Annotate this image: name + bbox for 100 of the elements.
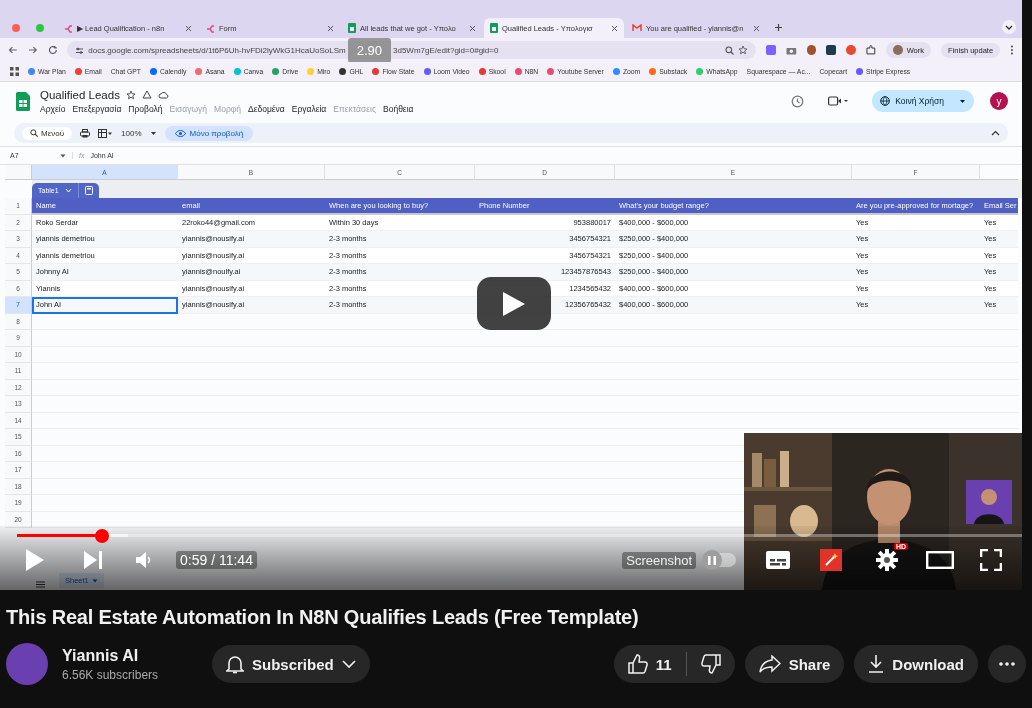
spreadsheet-icon — [348, 23, 356, 33]
view-only-button[interactable]: Μόνο προβολή — [164, 125, 254, 141]
close-icon — [327, 24, 334, 32]
pause-icon — [708, 555, 716, 565]
calculator-icon — [84, 186, 93, 195]
close-icon — [611, 24, 618, 32]
video-call-icon — [828, 96, 849, 106]
settings-icon — [876, 549, 898, 571]
bell-icon — [226, 654, 244, 674]
screenshot-label: Screenshot — [622, 551, 696, 569]
caret-icon — [60, 153, 66, 158]
download-icon — [868, 655, 885, 673]
thumbs-down-icon — [700, 654, 721, 674]
wand-icon — [824, 553, 838, 567]
subtitles-button[interactable] — [766, 551, 790, 569]
menu-item[interactable]: Επεξεργασία — [72, 103, 122, 114]
maximize-window-dot[interactable] — [36, 24, 44, 32]
globe-icon — [880, 96, 891, 106]
chevron-down-icon — [341, 659, 356, 669]
chevron-up-icon — [991, 130, 1000, 136]
subscribe-button[interactable]: Subscribed — [212, 645, 370, 683]
menu-search-field[interactable]: Μενού — [22, 126, 73, 140]
close-icon — [185, 24, 192, 32]
forward-arrow-icon — [27, 45, 38, 55]
next-icon — [84, 551, 102, 569]
url-text: docs.google.com/spreadsheets/d/1t6P6Uh-hvFDi2lyWkG1HcaUoSoLSm — [88, 45, 346, 55]
history-icon — [791, 94, 805, 108]
apps-grid-icon — [10, 67, 19, 76]
caret-icon — [149, 130, 157, 136]
plus-icon — [774, 23, 783, 32]
thumbs-up-icon — [627, 654, 648, 674]
close-icon — [469, 24, 476, 32]
download-button[interactable]: Download — [854, 645, 978, 683]
next-button[interactable] — [84, 551, 102, 569]
settings-button[interactable] — [876, 549, 898, 571]
close-window-dot[interactable] — [12, 24, 20, 32]
toggle-switch[interactable] — [704, 553, 736, 567]
video-title: This Real Estate Automation In N8N Qualifies Leads (Free Template) — [6, 606, 640, 629]
more-icon — [999, 662, 1015, 666]
volume-button[interactable] — [136, 552, 152, 568]
play-icon — [26, 549, 44, 571]
search-icon — [30, 129, 38, 137]
theater-mode-button[interactable] — [926, 551, 954, 569]
share-arrow-icon — [758, 655, 781, 673]
channel-avatar[interactable] — [6, 643, 48, 685]
tune-icon — [75, 45, 85, 55]
print-icon — [80, 128, 91, 138]
menu-item[interactable]: Βοήθεια — [383, 103, 414, 114]
caret-icon — [959, 98, 966, 104]
spreadsheet-icon — [490, 23, 498, 33]
speed-indicator: 2.90 — [347, 37, 391, 63]
magic-wand-button[interactable] — [820, 549, 842, 571]
progress-bar[interactable] — [17, 529, 1022, 543]
subscriber-count: 6.56K subscribers — [62, 667, 160, 682]
extension-icon[interactable] — [806, 45, 817, 55]
video-player[interactable] — [0, 0, 1022, 590]
more-vertical-icon — [1010, 45, 1014, 55]
caret-icon — [91, 578, 98, 583]
url-text: 3d5Wm7gE/edit?gid=0#gid=0 — [393, 45, 499, 55]
menu-item[interactable]: Προβολή — [128, 103, 163, 114]
subtitles-icon — [766, 551, 790, 569]
menu-item[interactable]: Εργαλεία — [291, 103, 327, 114]
scrubber-handle[interactable] — [95, 529, 110, 543]
share-button[interactable]: Κοινή Χρήση — [872, 90, 974, 112]
time-display: 0:59 / 11:44 — [176, 551, 257, 569]
speaker-icon — [136, 552, 152, 568]
node-graph-icon — [206, 23, 215, 33]
cloud-icon — [157, 90, 169, 99]
puzzle-icon — [865, 45, 876, 55]
menu-icon — [36, 581, 45, 588]
reload-icon — [47, 45, 58, 55]
mail-icon — [632, 24, 642, 32]
like-button[interactable]: 11 — [613, 645, 686, 683]
camera-icon — [785, 45, 797, 55]
sheets-logo-icon — [16, 91, 30, 111]
document-title[interactable]: Qualified Leads — [40, 88, 120, 101]
zoom-select[interactable]: 100% — [121, 128, 142, 138]
theater-icon — [926, 551, 954, 569]
table-format-icon — [98, 128, 114, 138]
eye-icon — [174, 129, 186, 137]
play-icon — [503, 291, 525, 316]
fullscreen-button[interactable] — [980, 549, 1002, 571]
account-avatar[interactable]: y — [990, 92, 1008, 110]
star-icon — [738, 45, 749, 55]
play-button[interactable] — [477, 277, 551, 330]
extension-icon[interactable] — [826, 45, 837, 55]
close-icon — [753, 24, 760, 32]
node-graph-icon — [64, 23, 73, 33]
chevron-down-icon — [64, 188, 72, 193]
address-bar[interactable]: docs.google.com/spreadsheets/d/1t6P6Uh-hvFDi2lyWkG1HcaUoSoLSm 2.90 3d5Wm7gE/edit?gid=0#gid=0 — [67, 41, 757, 59]
chevron-down-icon — [1002, 20, 1016, 34]
back-arrow-icon — [8, 45, 18, 55]
channel-name[interactable]: Yiannis AI — [62, 646, 182, 665]
zoom-icon — [725, 45, 735, 55]
menu-item[interactable]: Δεδομένα — [247, 103, 285, 114]
share-button[interactable]: Share — [744, 645, 845, 683]
fullscreen-icon — [980, 549, 1002, 571]
more-button[interactable] — [988, 645, 1026, 683]
menu-item[interactable]: Αρχείο — [40, 103, 66, 114]
star-icon — [125, 89, 136, 100]
